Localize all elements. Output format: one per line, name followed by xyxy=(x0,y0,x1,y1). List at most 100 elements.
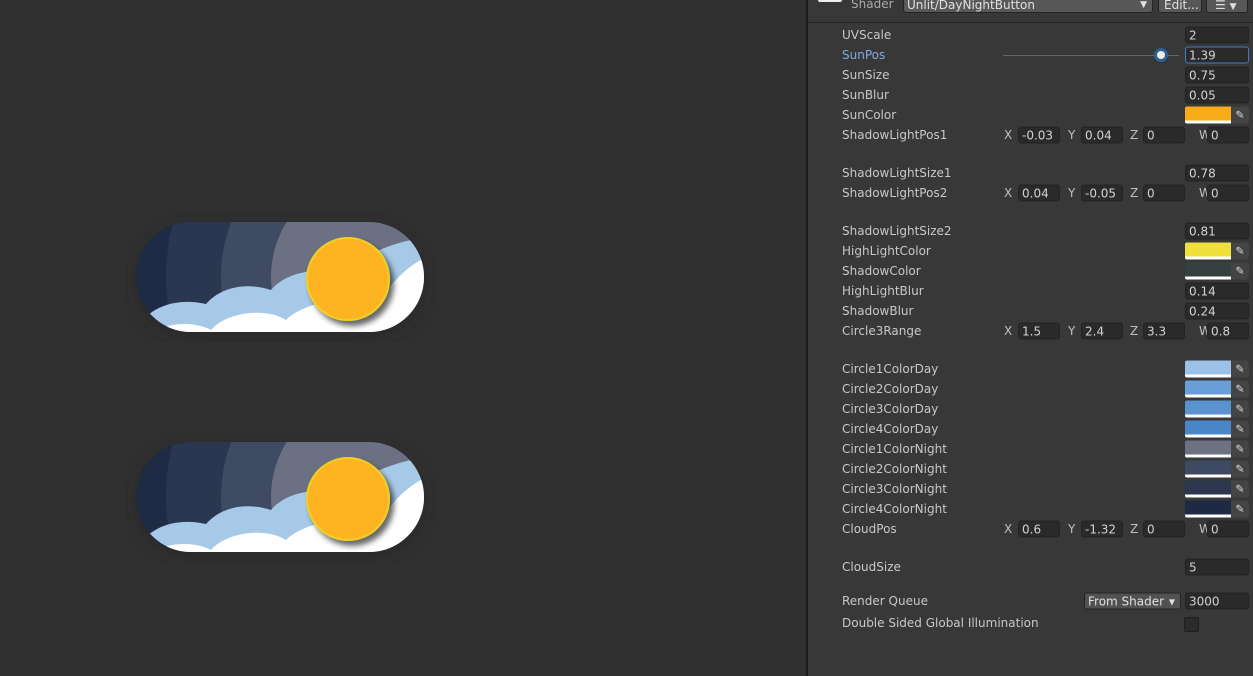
highlightcolor-label: HighLightColor xyxy=(842,244,931,258)
shadowlightpos2-z-input[interactable]: 0 xyxy=(1143,184,1185,202)
circle2colorday-label: Circle2ColorDay xyxy=(842,382,939,396)
circle3range-z-input[interactable]: 3.3 xyxy=(1143,322,1185,340)
shadowcolor-swatch[interactable] xyxy=(1185,262,1231,280)
sunblur-input[interactable]: 0.05 xyxy=(1185,86,1249,104)
day-night-toggle-1[interactable] xyxy=(126,212,436,342)
shadowblur-input[interactable]: 0.24 xyxy=(1185,302,1249,320)
sun xyxy=(306,457,390,541)
cloudpos-w-input[interactable]: 0 xyxy=(1207,520,1249,538)
shadowcolor-label: ShadowColor xyxy=(842,264,921,278)
material-preview-icon xyxy=(818,0,842,2)
circle4colornight-swatch[interactable] xyxy=(1185,500,1231,518)
cloudpos-x-input[interactable]: 0.6 xyxy=(1018,520,1060,538)
y-axis-label: Y xyxy=(1068,128,1076,142)
shadowlightpos1-x-input[interactable]: -0.03 xyxy=(1018,126,1060,144)
circle3range-label: Circle3Range xyxy=(842,324,922,338)
eyedropper-icon[interactable]: ✎ xyxy=(1231,500,1249,518)
sunpos-input[interactable]: 1.39 xyxy=(1185,46,1249,64)
uvscale-input[interactable]: 2 xyxy=(1185,26,1249,44)
circle1colornight-label: Circle1ColorNight xyxy=(842,442,947,456)
circle2colornight-label: Circle2ColorNight xyxy=(842,462,947,476)
highlightblur-input[interactable]: 0.14 xyxy=(1185,282,1249,300)
sunblur-label: SunBlur xyxy=(842,88,889,102)
shader-dropdown[interactable]: Unlit/DayNightButton ▼ xyxy=(903,0,1153,13)
shadowlightpos2-y-input[interactable]: -0.05 xyxy=(1081,184,1123,202)
uvscale-label: UVScale xyxy=(842,28,892,42)
y-axis-label: Y xyxy=(1068,186,1076,200)
eyedropper-icon[interactable]: ✎ xyxy=(1231,480,1249,498)
shadowlightsize2-input[interactable]: 0.81 xyxy=(1185,222,1249,240)
circle2colornight-swatch[interactable] xyxy=(1185,460,1231,478)
circle2colorday-swatch[interactable] xyxy=(1185,380,1231,398)
sunsize-label: SunSize xyxy=(842,68,890,82)
list-icon: ☰ xyxy=(1215,0,1226,12)
circle3range-y-input[interactable]: 2.4 xyxy=(1081,322,1123,340)
sunpos-label: SunPos xyxy=(842,48,886,62)
day-night-toggle-2[interactable] xyxy=(126,432,436,562)
x-axis-label: X xyxy=(1004,128,1013,142)
circle1colorday-swatch[interactable] xyxy=(1185,360,1231,378)
eyedropper-icon[interactable]: ✎ xyxy=(1231,400,1249,418)
chevron-down-icon: ▼ xyxy=(1168,597,1175,607)
shadowlightpos2-x-input[interactable]: 0.04 xyxy=(1018,184,1060,202)
y-axis-label: Y xyxy=(1068,522,1076,536)
shadowlightpos1-y-input[interactable]: 0.04 xyxy=(1081,126,1123,144)
chevron-down-icon: ▼ xyxy=(1140,0,1147,10)
eyedropper-icon[interactable]: ✎ xyxy=(1231,460,1249,478)
cloudpos-label: CloudPos xyxy=(842,522,897,536)
sunpos-slider-track[interactable] xyxy=(1003,55,1179,56)
sunpos-slider-handle[interactable] xyxy=(1153,48,1168,62)
circle3range-w-input[interactable]: 0.8 xyxy=(1207,322,1249,340)
circle3colornight-label: Circle3ColorNight xyxy=(842,482,947,496)
eyedropper-icon[interactable]: ✎ xyxy=(1231,420,1249,438)
shader-value: Unlit/DayNightButton xyxy=(907,0,1035,12)
circle3range-x-input[interactable]: 1.5 xyxy=(1018,322,1060,340)
gi-checkbox[interactable] xyxy=(1184,617,1199,632)
circle4colorday-label: Circle4ColorDay xyxy=(842,422,939,436)
x-axis-label: X xyxy=(1004,522,1013,536)
circle1colornight-swatch[interactable] xyxy=(1185,440,1231,458)
suncolor-swatch[interactable] xyxy=(1185,106,1231,124)
gi-label: Double Sided Global Illumination xyxy=(842,616,1039,630)
scene-view xyxy=(0,0,806,676)
z-axis-label: Z xyxy=(1130,186,1139,200)
eyedropper-icon[interactable]: ✎ xyxy=(1231,380,1249,398)
y-axis-label: Y xyxy=(1068,324,1076,338)
header-separator xyxy=(808,22,1253,23)
list-menu-button[interactable]: ☰ ▼ xyxy=(1206,0,1248,13)
chevron-down-icon: ▼ xyxy=(1229,2,1237,12)
cloudpos-z-input[interactable]: 0 xyxy=(1143,520,1185,538)
eyedropper-icon[interactable]: ✎ xyxy=(1231,242,1249,260)
z-axis-label: Z xyxy=(1130,522,1139,536)
sun xyxy=(306,237,390,321)
eyedropper-icon[interactable]: ✎ xyxy=(1231,106,1249,124)
shadowlightpos2-label: ShadowLightPos2 xyxy=(842,186,948,200)
eyedropper-icon[interactable]: ✎ xyxy=(1231,360,1249,378)
cloudpos-y-input[interactable]: -1.32 xyxy=(1081,520,1123,538)
cloudsize-label: CloudSize xyxy=(842,560,901,574)
shadowlightpos1-w-input[interactable]: 0 xyxy=(1207,126,1249,144)
shadowlightpos1-label: ShadowLightPos1 xyxy=(842,128,948,142)
cloudsize-input[interactable]: 5 xyxy=(1185,558,1249,576)
render-queue-dropdown[interactable]: From Shader ▼ xyxy=(1084,592,1181,610)
shadowlightsize1-input[interactable]: 0.78 xyxy=(1185,164,1249,182)
eyedropper-icon[interactable]: ✎ xyxy=(1231,440,1249,458)
shader-label: Shader xyxy=(851,0,894,11)
sunsize-input[interactable]: 0.75 xyxy=(1185,66,1249,84)
z-axis-label: Z xyxy=(1130,128,1139,142)
shadowlightsize1-label: ShadowLightSize1 xyxy=(842,166,952,180)
highlightcolor-swatch[interactable] xyxy=(1185,242,1231,260)
render-queue-label: Render Queue xyxy=(842,594,928,608)
render-queue-input[interactable]: 3000 xyxy=(1185,592,1249,610)
shadowlightpos1-z-input[interactable]: 0 xyxy=(1143,126,1185,144)
highlightblur-label: HighLightBlur xyxy=(842,284,924,298)
material-inspector: Shader Unlit/DayNightButton ▼ Edit... ☰ ▼… xyxy=(808,0,1253,676)
circle4colorday-swatch[interactable] xyxy=(1185,420,1231,438)
shadowlightpos2-w-input[interactable]: 0 xyxy=(1207,184,1249,202)
edit-button[interactable]: Edit... xyxy=(1158,0,1202,13)
eyedropper-icon[interactable]: ✎ xyxy=(1231,262,1249,280)
circle3colornight-swatch[interactable] xyxy=(1185,480,1231,498)
circle3colorday-swatch[interactable] xyxy=(1185,400,1231,418)
x-axis-label: X xyxy=(1004,186,1013,200)
render-queue-mode: From Shader xyxy=(1088,594,1165,609)
